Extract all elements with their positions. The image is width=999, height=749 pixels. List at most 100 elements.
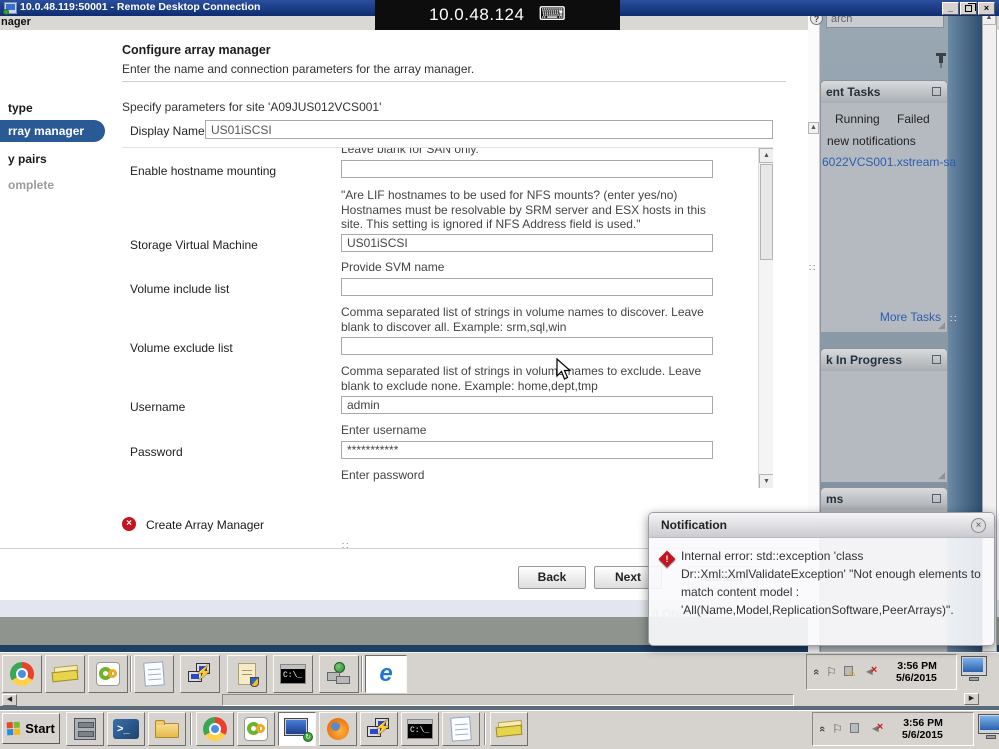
start-button[interactable]: Start: [2, 713, 60, 744]
status-text: Create Array Manager: [146, 518, 264, 532]
network-warning-icon[interactable]: ⚠: [844, 666, 857, 678]
connection-address: 10.0.48.124: [429, 5, 524, 25]
tray-expand-icon[interactable]: «: [816, 726, 828, 732]
putty-icon[interactable]: ⚡: [360, 712, 398, 746]
yellow-book-icon[interactable]: [490, 712, 528, 746]
script-uac-icon[interactable]: [227, 655, 267, 693]
form-scrollbar[interactable]: ▲ ▼: [758, 148, 773, 488]
work-in-progress-header[interactable]: k In Progress: [821, 349, 947, 371]
putty-icon[interactable]: ⚡: [180, 655, 220, 693]
wizard-step-array-manager[interactable]: rray manager: [0, 120, 105, 142]
back-button[interactable]: Back: [518, 566, 586, 589]
strip-up-icon[interactable]: ▲: [808, 122, 819, 134]
panel-resize-grip-icon[interactable]: ◢: [938, 470, 945, 481]
field-label-hostname-mounting: Enable hostname mounting: [130, 164, 276, 178]
svm-input[interactable]: [341, 234, 713, 252]
work-in-progress-body: ◢: [821, 371, 947, 482]
windows-explorer-icon[interactable]: [148, 712, 186, 746]
recent-tasks-body: Running Failed new notifications 6022VCS…: [821, 103, 947, 332]
filter-failed[interactable]: Failed: [897, 112, 930, 126]
remote-desktop-icon[interactable]: ↻: [278, 712, 316, 746]
firefox-icon[interactable]: [319, 712, 357, 746]
yellow-book-icon[interactable]: [45, 655, 85, 693]
command-prompt-icon[interactable]: C:\_: [401, 712, 439, 746]
chrome-icon[interactable]: [2, 655, 42, 693]
notepad-icon[interactable]: [134, 655, 174, 693]
close-button[interactable]: ×: [978, 2, 995, 15]
tray-clock[interactable]: 3:56 PM5/6/2015: [891, 717, 943, 741]
hostname-mounting-input[interactable]: [341, 160, 713, 178]
notifications-row: new notifications: [827, 134, 916, 148]
display-name-input[interactable]: [205, 120, 773, 139]
strip-grip-icon[interactable]: ∷: [809, 263, 815, 274]
password-help: Enter password: [341, 468, 725, 483]
muted-speaker-icon[interactable]: ◄×: [864, 666, 878, 678]
vsphere-client-icon[interactable]: [237, 712, 275, 746]
scroll-down-icon[interactable]: ▼: [759, 474, 773, 488]
remote-taskbar: ⚡ C:\_ e ◀ ▶ « ⚐ ⚠ ◄× 3:56 PM5/6/2015: [0, 652, 999, 706]
notification-close-icon[interactable]: ×: [971, 518, 986, 533]
tray-expand-icon[interactable]: «: [810, 669, 822, 675]
resize-grip-icon[interactable]: ∷: [342, 541, 348, 552]
taskbar-scroll-left-icon[interactable]: ◀: [2, 694, 17, 706]
more-tasks-link[interactable]: More Tasks: [880, 310, 941, 324]
username-help: Enter username: [341, 423, 725, 438]
screen: 10.0.48.119:50001 - Remote Desktop Conne…: [0, 0, 999, 749]
page-subtitle: Enter the name and connection parameters…: [122, 62, 474, 76]
wizard-step-complete[interactable]: omplete: [8, 178, 54, 192]
wizard-step-array-pairs[interactable]: y pairs: [8, 152, 47, 166]
filter-running[interactable]: Running: [835, 112, 880, 126]
column-grip-icon[interactable]: ∷: [950, 314, 956, 325]
internet-explorer-icon[interactable]: e: [365, 655, 407, 693]
notification-popup: Notification × ! Internal error: std::ex…: [648, 512, 995, 646]
volume-exclude-help: Comma separated list of strings in volum…: [341, 364, 725, 393]
field-label-password: Password: [130, 445, 183, 459]
notepad-icon[interactable]: [442, 712, 480, 746]
pin-icon[interactable]: [934, 52, 948, 69]
taskbar-separator: [361, 656, 363, 692]
tray-date: 5/6/2015: [896, 672, 937, 684]
tray-time: 3:56 PM: [897, 660, 937, 672]
collapse-box-icon[interactable]: [932, 87, 941, 96]
windows-logo-icon: [7, 721, 22, 736]
minimize-button[interactable]: _: [942, 2, 959, 15]
taskbar-scroll-right-icon[interactable]: ▶: [964, 693, 979, 705]
flag-icon[interactable]: ⚐: [832, 723, 843, 735]
command-prompt-icon[interactable]: C:\_: [273, 655, 313, 693]
tray-date: 5/6/2015: [902, 729, 943, 741]
alarms-header[interactable]: ms: [821, 488, 947, 510]
collapse-box-icon[interactable]: [932, 355, 941, 364]
volume-include-input[interactable]: [341, 278, 713, 296]
array-parameters-form: Leave blank for SAN only. Enable hostnam…: [122, 147, 773, 488]
task-link[interactable]: 6022VCS001.xstream-sa: [822, 155, 956, 169]
panel-resize-grip-icon[interactable]: ◢: [938, 320, 945, 331]
network-plug-icon[interactable]: [850, 723, 863, 735]
server-manager-icon[interactable]: [66, 712, 104, 746]
alarms-title: ms: [826, 492, 843, 506]
flag-icon[interactable]: ⚐: [826, 666, 837, 678]
password-input[interactable]: [341, 441, 713, 459]
field-label-svm: Storage Virtual Machine: [130, 238, 258, 252]
wizard-step-type[interactable]: type: [8, 101, 33, 115]
volume-exclude-input[interactable]: [341, 337, 713, 355]
collapse-box-icon[interactable]: [932, 494, 941, 503]
divider: [122, 81, 786, 82]
chrome-icon[interactable]: [196, 712, 234, 746]
username-input[interactable]: [341, 396, 713, 414]
powershell-icon[interactable]: >_: [107, 712, 145, 746]
form-scrollbar-thumb[interactable]: [760, 164, 773, 260]
muted-speaker-icon[interactable]: ◄×: [870, 723, 884, 735]
tray-clock[interactable]: 3:56 PM5/6/2015: [885, 660, 937, 684]
work-in-progress-panel: k In Progress ◢: [820, 348, 948, 482]
app-window-title-fragment: nager: [1, 16, 31, 28]
notification-header[interactable]: Notification ×: [649, 513, 994, 538]
network-server-icon[interactable]: [319, 655, 359, 693]
scroll-up-icon[interactable]: ▲: [759, 148, 773, 163]
vsphere-client-icon[interactable]: [88, 655, 128, 693]
recent-tasks-panel: ent Tasks Running Failed new notificatio…: [820, 80, 948, 332]
rdp-connection-bar[interactable]: 10.0.48.124 ⌨: [375, 0, 620, 30]
restore-button[interactable]: [960, 2, 977, 15]
work-in-progress-title: k In Progress: [826, 353, 902, 367]
start-label: Start: [25, 721, 55, 736]
recent-tasks-header[interactable]: ent Tasks: [821, 81, 947, 103]
